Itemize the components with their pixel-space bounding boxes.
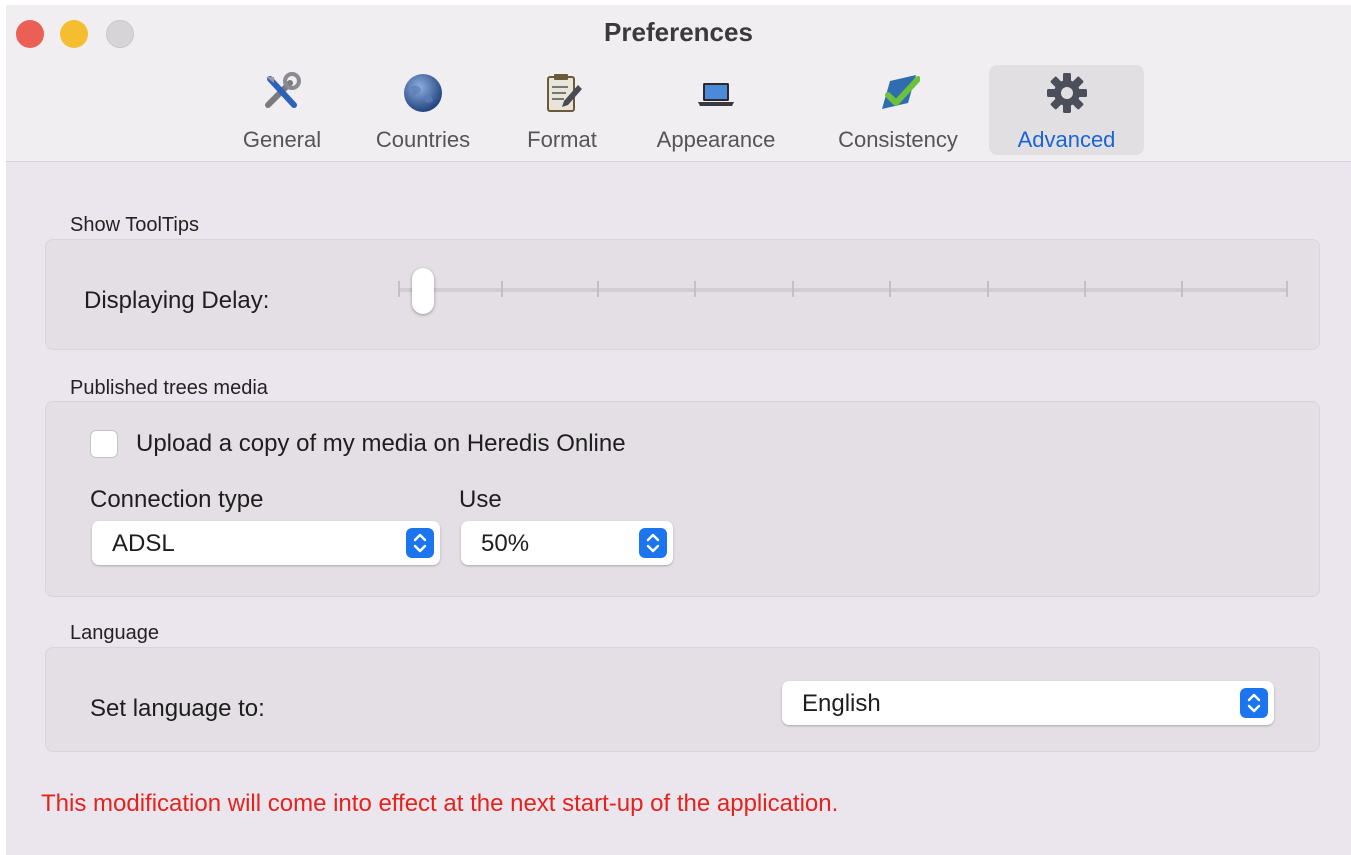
connection-type-value: ADSL	[112, 530, 175, 557]
tools-icon	[265, 72, 301, 108]
tab-countries-label: Countries	[375, 127, 471, 152]
connection-type-label: Connection type	[90, 486, 264, 513]
window-title: Preferences	[604, 17, 753, 47]
set-language-label: Set language to:	[90, 695, 265, 722]
slider-tick	[1181, 281, 1183, 297]
tab-format[interactable]: Format	[512, 65, 612, 155]
delay-slider-track[interactable]	[398, 288, 1288, 292]
chevron-up-down-icon	[406, 528, 434, 558]
globe-icon	[404, 74, 442, 112]
slider-tick	[597, 281, 599, 297]
title-bar: Preferences General Countries Format App…	[6, 5, 1351, 162]
language-section-label: Language	[70, 622, 159, 644]
slider-tick	[792, 281, 794, 297]
tab-format-label: Format	[527, 127, 597, 152]
language-value: English	[802, 690, 881, 717]
checkmark-icon	[882, 75, 920, 109]
restart-warning: This modification will come into effect …	[41, 790, 839, 817]
tab-consistency[interactable]: Consistency	[818, 65, 978, 155]
tooltips-section-label: Show ToolTips	[70, 214, 199, 236]
slider-tick	[987, 281, 989, 297]
preferences-window: Preferences General Countries Format App…	[6, 5, 1351, 855]
tab-advanced-label: Advanced	[1017, 127, 1116, 152]
laptop-icon	[698, 83, 734, 106]
tab-general-label: General	[242, 127, 322, 152]
slider-tick	[1084, 281, 1086, 297]
delay-slider-thumb[interactable]	[412, 268, 434, 314]
use-value: 50%	[481, 530, 530, 557]
upload-media-checkbox[interactable]	[90, 430, 118, 458]
slider-tick	[694, 281, 696, 297]
media-section-label: Published trees media	[70, 377, 268, 399]
use-popup[interactable]: 50%	[461, 521, 673, 565]
upload-media-label[interactable]: Upload a copy of my media on Heredis Onl…	[136, 430, 626, 458]
slider-tick	[501, 281, 503, 297]
slider-tick	[1286, 281, 1288, 297]
gear-icon	[1046, 73, 1087, 113]
chevron-up-down-icon	[1240, 688, 1268, 718]
use-label: Use	[459, 486, 502, 513]
connection-type-popup[interactable]: ADSL	[92, 521, 440, 565]
notepad-icon	[547, 74, 582, 112]
language-popup[interactable]: English	[782, 681, 1274, 725]
slider-tick	[398, 281, 400, 297]
tab-appearance[interactable]: Appearance	[636, 65, 796, 155]
slider-tick	[889, 281, 891, 297]
tab-appearance-label: Appearance	[656, 127, 776, 152]
tab-general[interactable]: General	[226, 65, 338, 155]
tab-consistency-label: Consistency	[838, 127, 958, 152]
chevron-up-down-icon	[639, 528, 667, 558]
tab-countries[interactable]: Countries	[358, 65, 488, 155]
displaying-delay-label: Displaying Delay:	[84, 287, 270, 314]
tab-advanced[interactable]: Advanced	[989, 65, 1144, 155]
